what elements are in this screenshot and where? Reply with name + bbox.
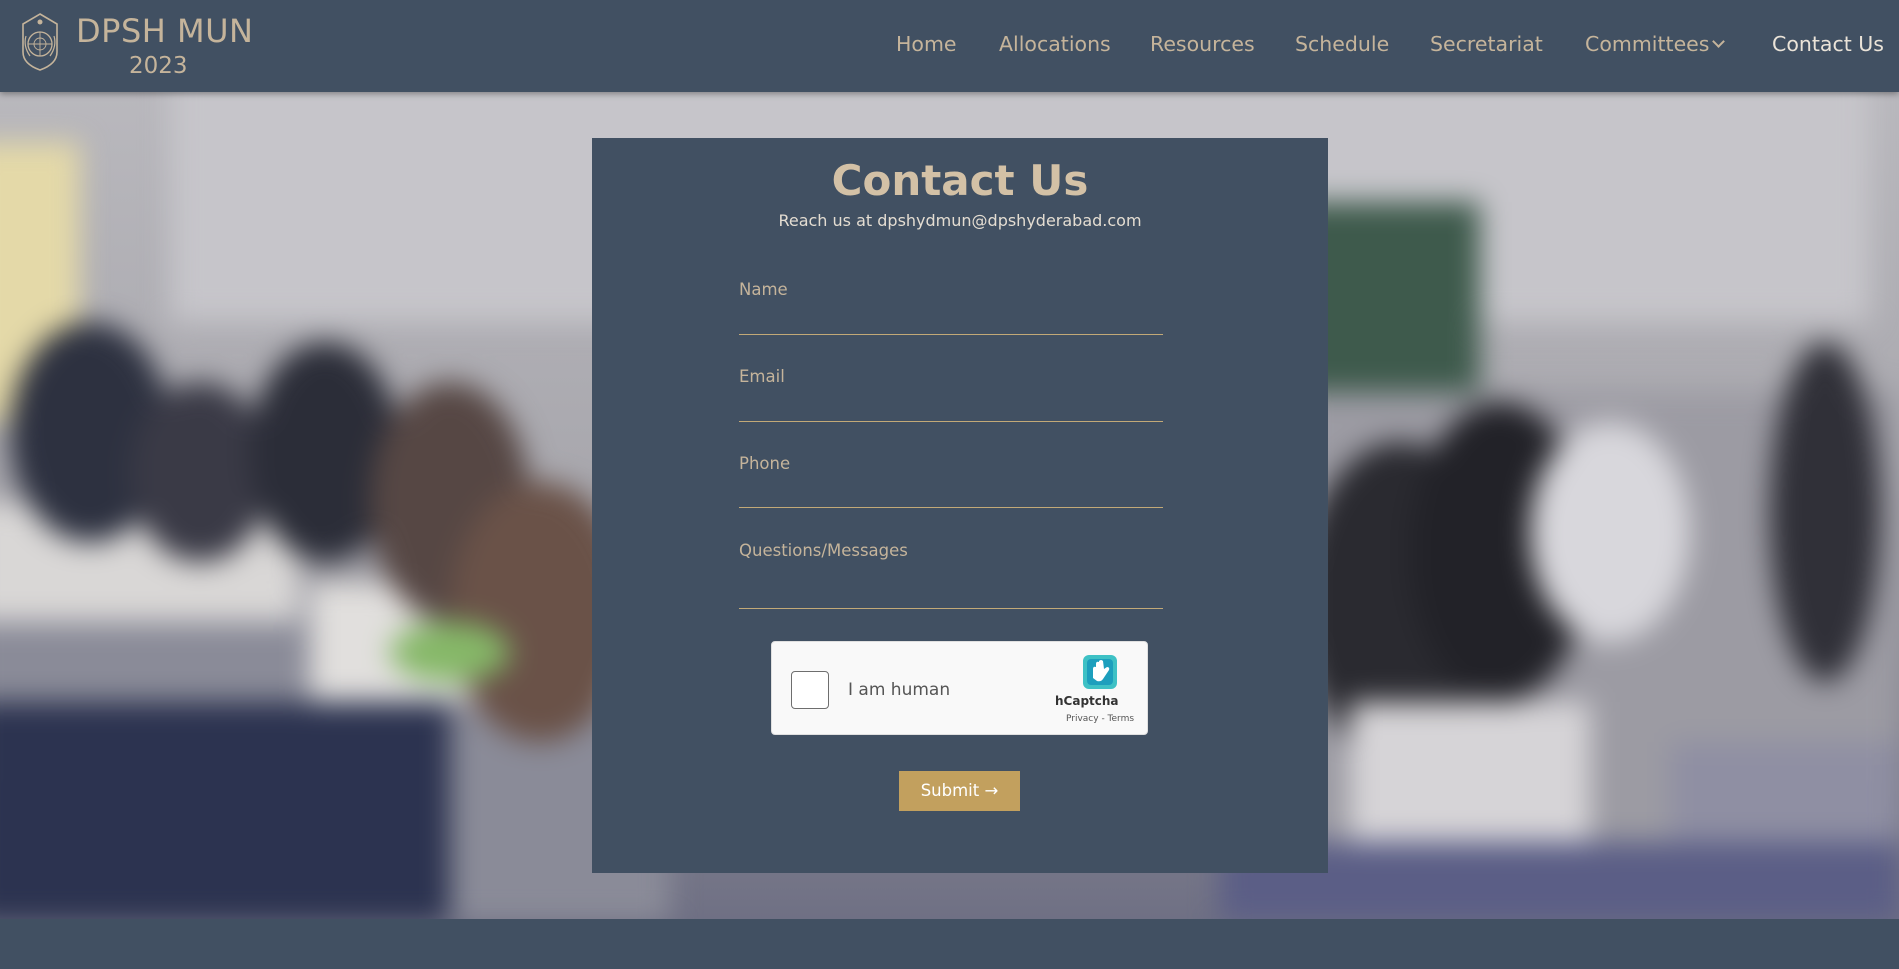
contact-title: Contact Us xyxy=(831,156,1089,205)
captcha-label: I am human xyxy=(848,680,951,700)
chevron-down-icon xyxy=(1712,35,1726,48)
nav-home[interactable]: Home xyxy=(896,32,957,56)
phone-label: Phone xyxy=(739,454,791,473)
site-year: 2023 xyxy=(129,53,188,79)
message-textarea[interactable] xyxy=(739,587,1163,606)
nav-secretariat[interactable]: Secretariat xyxy=(1430,32,1543,56)
nav-contact-us[interactable]: Contact Us xyxy=(1772,32,1884,56)
name-field[interactable]: Name xyxy=(739,280,1163,335)
nav-schedule[interactable]: Schedule xyxy=(1295,32,1389,56)
email-label: Email xyxy=(739,367,785,386)
name-input[interactable] xyxy=(739,313,1163,332)
nav-allocations[interactable]: Allocations xyxy=(999,32,1111,56)
phone-input[interactable] xyxy=(739,486,1163,505)
message-field[interactable]: Questions/Messages xyxy=(739,541,1163,609)
nav-committees-label: Committees xyxy=(1585,32,1710,56)
captcha-links[interactable]: Privacy - Terms xyxy=(1066,714,1134,724)
site-title[interactable]: DPSH MUN xyxy=(76,12,253,50)
captcha-checkbox[interactable] xyxy=(791,671,829,709)
phone-field[interactable]: Phone xyxy=(739,454,1163,508)
message-label: Questions/Messages xyxy=(739,541,908,560)
un-emblem-icon[interactable] xyxy=(17,12,63,72)
email-field[interactable]: Email xyxy=(739,367,1163,422)
nav-committees[interactable]: Committees xyxy=(1585,32,1726,56)
hcaptcha-widget: I am human hCaptcha Privacy - Terms xyxy=(771,641,1148,735)
submit-button[interactable]: Submit → xyxy=(899,771,1020,811)
hcaptcha-logo-icon xyxy=(1083,655,1117,689)
contact-form-card: Contact Us Reach us at dpshydmun@dpshyde… xyxy=(592,138,1328,873)
email-input[interactable] xyxy=(739,400,1163,419)
footer-band xyxy=(0,919,1899,969)
nav-resources[interactable]: Resources xyxy=(1150,32,1255,56)
contact-email-text: Reach us at dpshydmun@dpshyderabad.com xyxy=(778,211,1142,230)
captcha-brand: hCaptcha xyxy=(1055,694,1119,708)
site-header: DPSH MUN 2023 Home Allocations Resources… xyxy=(0,0,1899,92)
name-label: Name xyxy=(739,280,788,299)
